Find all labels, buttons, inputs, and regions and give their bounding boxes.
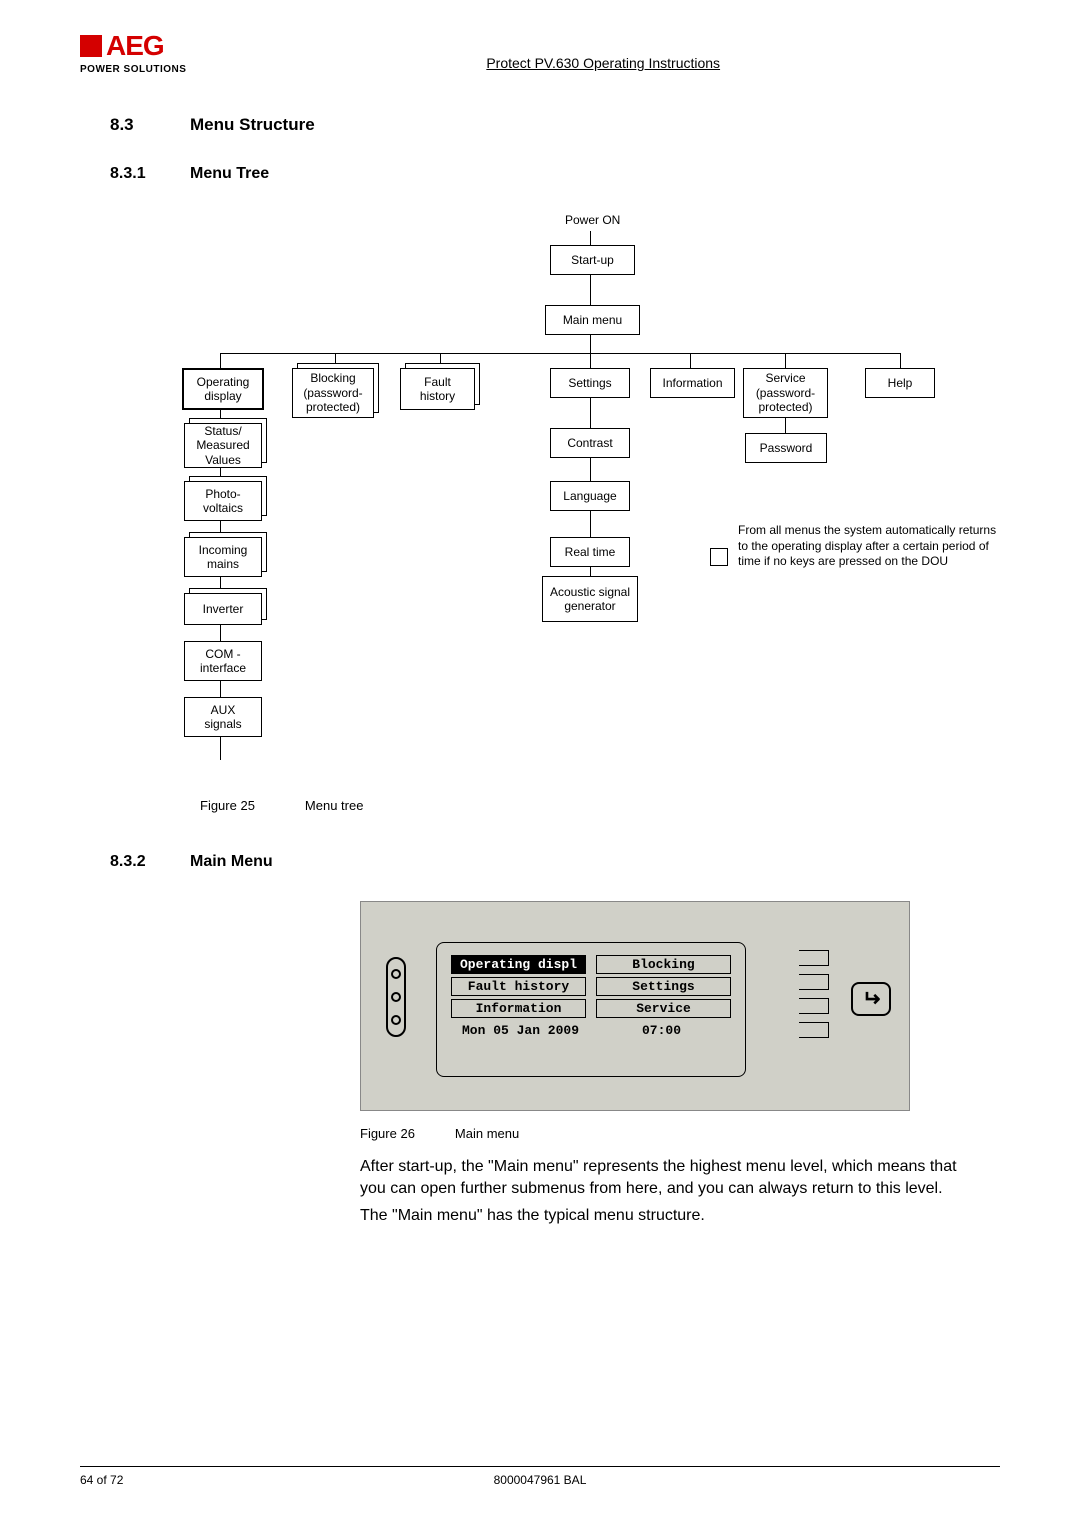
menu-information[interactable]: Information <box>451 999 586 1018</box>
tree-operating: Operating display <box>182 368 264 410</box>
menu-settings[interactable]: Settings <box>596 977 731 996</box>
led-icon <box>391 969 401 979</box>
figure-26-label: Figure 26 <box>360 1126 415 1141</box>
page-footer: 64 of 72 8000047961 BAL <box>80 1466 1000 1487</box>
softkey[interactable] <box>799 974 829 990</box>
figure-26-caption: Main menu <box>455 1126 519 1141</box>
menu-service[interactable]: Service <box>596 999 731 1018</box>
enter-icon: ↵ <box>862 986 880 1012</box>
footer-page: 64 of 72 <box>80 1473 384 1487</box>
footer-docnum: 8000047961 BAL <box>384 1473 697 1487</box>
tree-set-acoustic: Acoustic signal generator <box>542 576 638 622</box>
lcd-date: Mon 05 Jan 2009 <box>455 1023 586 1038</box>
paragraph-2: The "Main menu" has the typical menu str… <box>360 1205 980 1227</box>
tree-op-com: COM - interface <box>184 641 262 681</box>
softkey-tabs <box>799 950 829 1038</box>
softkey[interactable] <box>799 1022 829 1038</box>
tree-note: From all menus the system automatically … <box>738 523 998 570</box>
tree-service: Service (password-protected) <box>743 368 828 418</box>
subsection-number: 8.3.1 <box>110 165 160 183</box>
tree-settings: Settings <box>550 368 630 398</box>
lcd-time: 07:00 <box>596 1023 727 1038</box>
logo-text: AEG <box>106 30 164 62</box>
tree-set-language: Language <box>550 481 630 511</box>
section-title: Menu Structure <box>190 115 315 135</box>
tree-op-photo: Photo-voltaics <box>184 481 262 521</box>
logo-subtext: POWER SOLUTIONS <box>80 64 186 75</box>
note-marker <box>710 548 728 566</box>
status-leds <box>386 957 406 1037</box>
softkey[interactable] <box>799 998 829 1014</box>
tree-blocking: Blocking (password-protected) <box>292 368 374 418</box>
tree-set-realtime: Real time <box>550 537 630 567</box>
tree-set-contrast: Contrast <box>550 428 630 458</box>
brand-logo: AEG POWER SOLUTIONS <box>80 30 186 75</box>
section-number: 8.3 <box>110 115 160 135</box>
figure-25-label: Figure 25 <box>200 798 255 813</box>
tree-op-mains: Incoming mains <box>184 537 262 577</box>
doc-title: Protect PV.630 Operating Instructions <box>206 55 1000 75</box>
lcd-panel: Operating displ Blocking Fault history S… <box>360 901 910 1111</box>
subsection-number-2: 8.3.2 <box>110 853 160 871</box>
tree-help: Help <box>865 368 935 398</box>
tree-main-menu: Main menu <box>545 305 640 335</box>
paragraph-1: After start-up, the "Main menu" represen… <box>360 1156 980 1199</box>
menu-operating-displ[interactable]: Operating displ <box>451 955 586 974</box>
softkey[interactable] <box>799 950 829 966</box>
subsection-title: Menu Tree <box>190 165 269 183</box>
logo-mark <box>80 35 102 57</box>
tree-op-aux: AUX signals <box>184 697 262 737</box>
tree-op-status: Status/ Measured Values <box>184 423 262 468</box>
tree-svc-password: Password <box>745 433 827 463</box>
menu-tree-diagram: Power ON Start-up Main menu Operating di… <box>180 213 1000 783</box>
lcd-screen: Operating displ Blocking Fault history S… <box>436 942 746 1077</box>
menu-fault-history[interactable]: Fault history <box>451 977 586 996</box>
led-icon <box>391 992 401 1002</box>
tree-startup: Start-up <box>550 245 635 275</box>
tree-information: Information <box>650 368 735 398</box>
tree-fault: Fault history <box>400 368 475 410</box>
led-icon <box>391 1015 401 1025</box>
tree-op-inverter: Inverter <box>184 593 262 625</box>
tree-power-on: Power ON <box>565 213 620 227</box>
figure-25-caption: Menu tree <box>305 798 364 813</box>
enter-button[interactable]: ↵ <box>851 982 891 1016</box>
subsection-title-2: Main Menu <box>190 853 273 871</box>
menu-blocking[interactable]: Blocking <box>596 955 731 974</box>
